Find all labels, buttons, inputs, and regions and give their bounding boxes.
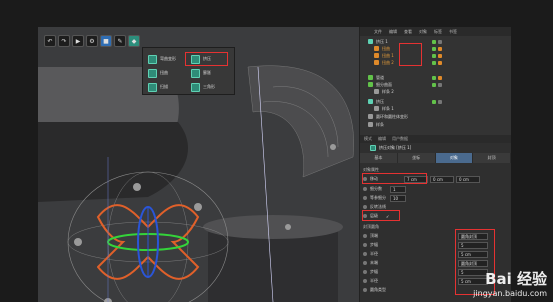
taper-icon xyxy=(191,82,200,92)
object-row-twist1[interactable]: 扭曲 1 xyxy=(374,52,511,59)
subdivision-icon xyxy=(368,82,373,87)
object-manager-menu: 文件 编辑 查看 对象 标签 书签 xyxy=(360,27,511,36)
render-icon[interactable]: ▶ xyxy=(72,35,84,47)
twist-icon xyxy=(148,68,157,78)
section-caps: 封顶圆角 xyxy=(363,224,379,229)
twist-icon xyxy=(374,46,379,51)
movement-y-field[interactable]: 0 cm xyxy=(430,176,454,183)
object-row-torus-cylinder[interactable]: 圆环和圆柱体变形 xyxy=(368,113,511,120)
bend-icon xyxy=(148,54,157,64)
attribute-tabs: 基本 坐标 对象 封顶 xyxy=(360,153,511,163)
menu-objects[interactable]: 对象 xyxy=(419,29,427,35)
popup-item-bend[interactable]: 弯曲变形 xyxy=(148,53,176,65)
popup-highlight-box xyxy=(185,52,228,66)
spline-icon xyxy=(374,89,379,94)
watermark-logo: Bai 经验 xyxy=(485,270,547,288)
attribute-title: 挤压对象 [挤压 1] xyxy=(360,143,511,153)
twist-icon xyxy=(374,60,379,65)
popup-item-twist[interactable]: 扭曲 xyxy=(148,67,168,79)
bulge-icon xyxy=(191,68,200,78)
tab-caps[interactable]: 封顶 xyxy=(473,153,511,163)
pen-icon[interactable]: ✎ xyxy=(114,35,126,47)
popup-item-shear[interactable]: 扫描 xyxy=(148,81,168,93)
menu-userdata[interactable]: 用户数据 xyxy=(392,136,408,142)
spline-icon xyxy=(368,122,373,127)
subdivision-field[interactable]: 1 xyxy=(390,186,406,193)
menu-edit[interactable]: 编辑 xyxy=(389,29,397,35)
object-row-tube[interactable]: 管道 xyxy=(368,74,511,81)
menu-mode[interactable]: 模式 xyxy=(364,136,372,142)
menu-tags[interactable]: 标签 xyxy=(434,29,442,35)
object-row-extrude1[interactable]: 挤压 1 xyxy=(368,38,511,45)
render-settings-icon[interactable]: ⚙ xyxy=(86,35,98,47)
baidu-watermark: Bai 经验 jingyan.baidu.com xyxy=(473,268,547,298)
prop-subdivision: 细分数 xyxy=(363,185,511,193)
object-row-twist2[interactable]: 扭曲 2 xyxy=(374,59,511,66)
object-row-extrude[interactable]: 挤压 xyxy=(368,98,511,105)
object-row-spline2[interactable]: 样条 2 xyxy=(374,88,511,95)
main-toolbar: ↶ ↷ ▶ ⚙ ■ ✎ ◆ xyxy=(38,35,140,49)
hierarchical-highlight-box xyxy=(362,210,400,221)
spline-icon xyxy=(374,106,379,111)
tab-object[interactable]: 对象 xyxy=(435,153,474,163)
popup-item-bulge[interactable]: 膨胀 xyxy=(191,67,211,79)
menu-edit[interactable]: 编辑 xyxy=(378,136,386,142)
menu-bookmarks[interactable]: 书签 xyxy=(449,29,457,35)
isoparm-field[interactable]: 10 xyxy=(390,195,406,202)
twist-icon xyxy=(374,53,379,58)
3d-viewport[interactable]: ↶ ↷ ▶ ⚙ ■ ✎ ◆ 弯曲变形 挤压 扭曲 膨胀 扫描 三角形 xyxy=(38,27,359,302)
menu-view[interactable]: 查看 xyxy=(404,29,412,35)
extrude-icon xyxy=(368,39,373,44)
prop-isoparm: 等参细分 xyxy=(363,194,511,202)
tube-icon xyxy=(368,75,373,80)
extrude-icon xyxy=(370,145,376,151)
popup-item-taper[interactable]: 三角形 xyxy=(191,81,215,93)
deformer-popup-menu: 弯曲变形 挤压 扭曲 膨胀 扫描 三角形 xyxy=(142,47,235,95)
object-manager: 文件 编辑 查看 对象 标签 书签 挤压 1 扭曲 扭曲 1 扭曲 2 管道 细… xyxy=(359,27,511,135)
movement-highlight-box xyxy=(362,173,427,184)
object-row-twist[interactable]: 扭曲 xyxy=(374,45,511,52)
movement-z-field[interactable]: 0 cm xyxy=(456,176,480,183)
deformer-icon[interactable]: ◆ xyxy=(128,35,140,47)
attribute-menu: 模式 编辑 用户数据 xyxy=(360,135,511,143)
objects-highlight-box xyxy=(399,43,422,66)
extrude-icon xyxy=(368,99,373,104)
shear-icon xyxy=(148,82,157,92)
tab-coord[interactable]: 坐标 xyxy=(397,153,436,163)
cube-icon[interactable]: ■ xyxy=(100,35,112,47)
redo-icon[interactable]: ↷ xyxy=(58,35,70,47)
object-row-spline[interactable]: 样条 xyxy=(368,121,511,128)
watermark-url: jingyan.baidu.com xyxy=(473,289,547,298)
c4d-window: ↶ ↷ ▶ ⚙ ■ ✎ ◆ 弯曲变形 挤压 扭曲 膨胀 扫描 三角形 文件 编辑… xyxy=(38,27,511,302)
object-row-spline1[interactable]: 样条 1 xyxy=(374,105,511,112)
undo-icon[interactable]: ↶ xyxy=(44,35,56,47)
null-icon xyxy=(368,114,373,119)
menu-file[interactable]: 文件 xyxy=(374,29,382,35)
object-row-subdivision[interactable]: 细分曲面 xyxy=(368,81,511,88)
tab-basic[interactable]: 基本 xyxy=(360,153,398,163)
